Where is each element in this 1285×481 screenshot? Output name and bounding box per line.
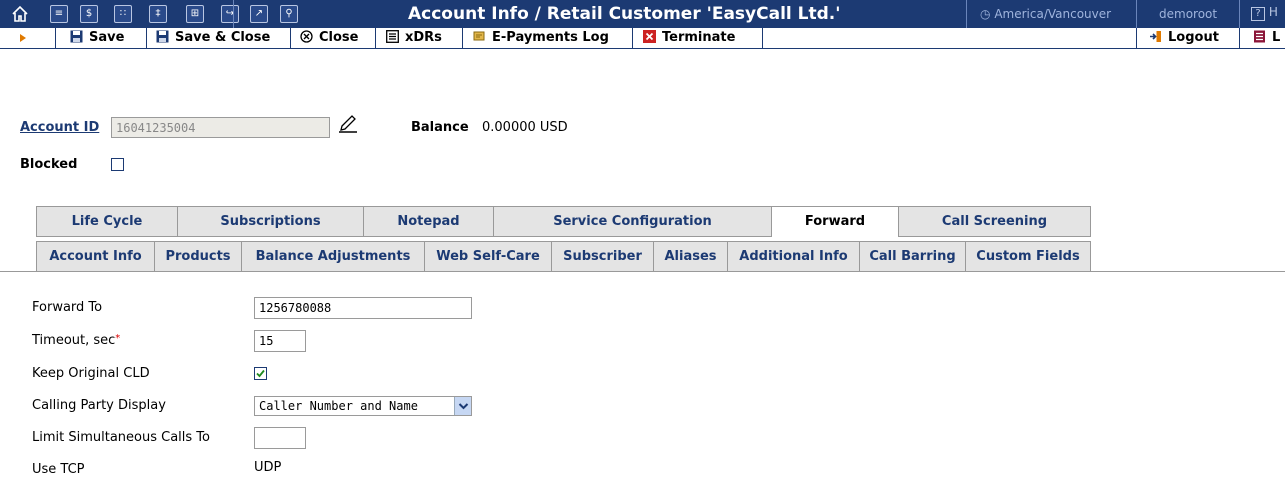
epayments-log-button[interactable]: E-Payments Log	[473, 28, 609, 48]
toolbar-separator	[375, 28, 376, 49]
toolbar-separator	[462, 28, 463, 49]
limit-simultaneous-calls-label: Limit Simultaneous Calls To	[32, 430, 210, 445]
xdrs-label: xDRs	[405, 30, 442, 45]
timezone-link[interactable]: ◷ America/Vancouver	[980, 7, 1111, 21]
tab-call-screening[interactable]: Call Screening	[898, 206, 1091, 237]
user-link[interactable]: demoroot	[1159, 7, 1217, 21]
tab-additional-info[interactable]: Additional Info	[727, 241, 859, 272]
grid-icon[interactable]: ⊞	[186, 5, 204, 23]
page-title: Account Info / Retail Customer 'EasyCall…	[408, 4, 841, 24]
save-button[interactable]: Save	[70, 28, 124, 48]
toolbar-separator	[1239, 28, 1240, 49]
header-separator	[233, 0, 234, 28]
limit-simultaneous-calls-input[interactable]	[254, 427, 306, 449]
forward-to-label: Forward To	[32, 300, 103, 315]
keep-original-cld-label: Keep Original CLD	[32, 366, 150, 381]
calling-party-display-value: Caller Number and Name	[259, 399, 418, 413]
chevron-down-icon	[458, 403, 469, 410]
account-id-input[interactable]	[111, 117, 330, 138]
disk-icon	[156, 30, 169, 43]
checkmark-icon	[256, 369, 265, 378]
toolbar-overflow-label: L	[1272, 30, 1281, 45]
logout-icon	[1150, 31, 1161, 42]
epayments-label: E-Payments Log	[492, 30, 609, 45]
header-separator	[1136, 0, 1137, 28]
tab-aliases[interactable]: Aliases	[653, 241, 727, 272]
toolbar-overflow-button[interactable]: L	[1253, 28, 1280, 48]
tab-bottom-line	[0, 271, 1285, 272]
timeout-label: Timeout, sec*	[32, 333, 120, 348]
toolbar-arrow-icon	[20, 34, 26, 42]
timezone-text: America/Vancouver	[994, 7, 1112, 21]
balance-value: 0.00000 USD	[482, 120, 568, 135]
search-icon[interactable]: ⚲	[280, 5, 298, 23]
tab-products[interactable]: Products	[154, 241, 241, 272]
forward-icon[interactable]: ↪	[221, 5, 239, 23]
tab-notepad[interactable]: Notepad	[363, 206, 493, 237]
tab-web-self-care[interactable]: Web Self-Care	[424, 241, 551, 272]
toolbar-separator	[55, 28, 56, 49]
header-separator	[1239, 0, 1240, 28]
use-tcp-label: Use TCP	[32, 462, 85, 477]
toolbar-separator	[1136, 28, 1137, 49]
calling-party-display-label: Calling Party Display	[32, 398, 166, 413]
header-separator	[966, 0, 967, 28]
toolbar: Save Save & Close Close xDRs E-Payments …	[0, 28, 1285, 49]
required-mark: *	[115, 333, 121, 344]
keep-original-cld-checkbox[interactable]	[254, 367, 267, 380]
tab-custom-fields[interactable]: Custom Fields	[965, 241, 1091, 272]
terminate-label: Terminate	[662, 30, 736, 45]
tab-service-configuration[interactable]: Service Configuration	[493, 206, 771, 237]
toolbar-separator	[762, 28, 763, 49]
dropdown-button[interactable]	[454, 397, 471, 415]
clock-icon: ◷	[980, 7, 991, 21]
balance-label: Balance	[411, 120, 469, 135]
xdrs-button[interactable]: xDRs	[386, 28, 442, 48]
payment-icon	[473, 31, 485, 41]
home-icon[interactable]	[10, 4, 30, 24]
help-link[interactable]: ? H	[1251, 5, 1285, 23]
blocked-label: Blocked	[20, 157, 78, 172]
logout-button[interactable]: Logout	[1149, 28, 1219, 48]
toolbar-separator	[290, 28, 291, 49]
calling-party-display-select[interactable]: Caller Number and Name	[254, 396, 472, 416]
toolbar-separator	[632, 28, 633, 49]
close-button[interactable]: Close	[300, 28, 358, 48]
tab-subscriptions[interactable]: Subscriptions	[177, 206, 363, 237]
book-icon	[1254, 30, 1265, 43]
tab-account-info[interactable]: Account Info	[36, 241, 154, 272]
use-tcp-value: UDP	[254, 460, 282, 475]
timeout-input[interactable]	[254, 330, 306, 352]
chart-icon[interactable]: ↗	[250, 5, 268, 23]
tab-subscriber[interactable]: Subscriber	[551, 241, 653, 272]
person-icon[interactable]: ‡	[149, 5, 167, 23]
timeout-label-text: Timeout, sec	[32, 333, 116, 348]
save-label: Save	[89, 30, 125, 45]
tab-life-cycle[interactable]: Life Cycle	[36, 206, 177, 237]
terminate-icon	[643, 30, 656, 43]
terminate-button[interactable]: Terminate	[643, 28, 735, 48]
toolbar-separator	[146, 28, 147, 49]
account-id-label[interactable]: Account ID	[20, 120, 99, 135]
save-close-button[interactable]: Save & Close	[156, 28, 270, 48]
help-label: H	[1268, 5, 1278, 19]
blocked-checkbox[interactable]	[111, 158, 124, 171]
save-close-label: Save & Close	[175, 30, 271, 45]
dollar-icon[interactable]: $	[80, 5, 98, 23]
help-icon: ?	[1251, 7, 1265, 21]
top-header-bar: ≡ $ ∷ ‡ ⊞ ↪ ↗ ⚲ Account Info / Retail Cu…	[0, 0, 1285, 28]
group-icon[interactable]: ∷	[114, 5, 132, 23]
forward-to-input[interactable]	[254, 297, 472, 319]
close-icon	[300, 30, 313, 43]
list-icon[interactable]: ≡	[50, 5, 68, 23]
close-label: Close	[319, 30, 359, 45]
tab-balance-adjustments[interactable]: Balance Adjustments	[241, 241, 424, 272]
logout-label: Logout	[1168, 30, 1219, 45]
list-icon	[386, 30, 399, 43]
tab-call-barring[interactable]: Call Barring	[859, 241, 965, 272]
pencil-edit-icon[interactable]	[338, 113, 358, 133]
tab-forward[interactable]: Forward	[771, 206, 898, 237]
disk-icon	[70, 30, 83, 43]
